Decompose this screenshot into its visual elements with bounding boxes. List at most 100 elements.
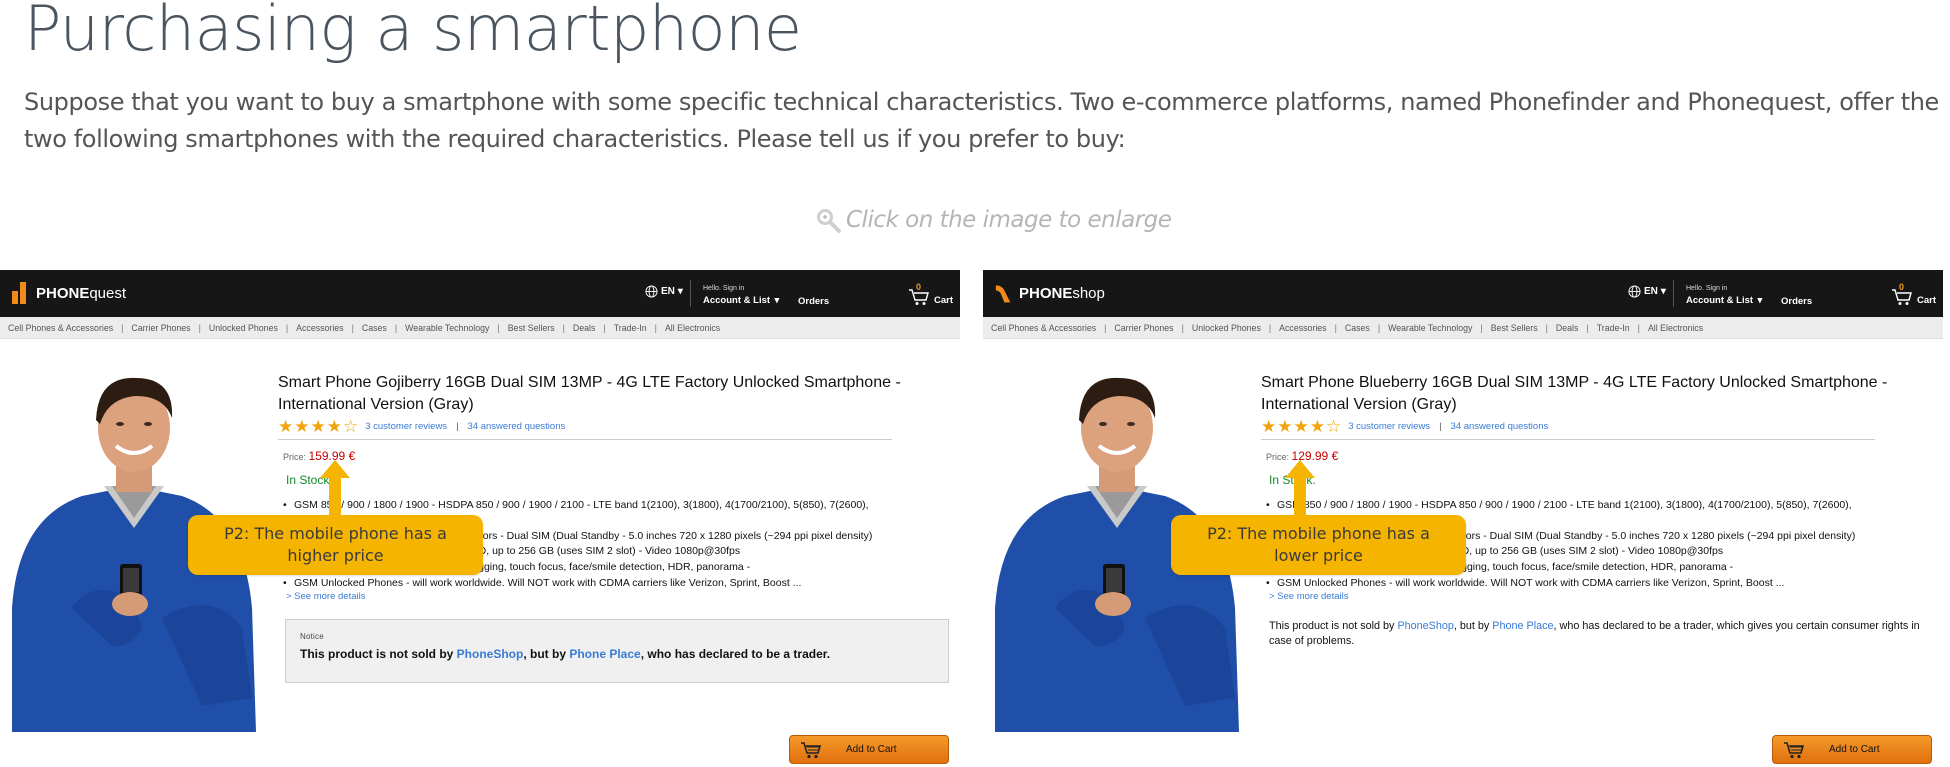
add-to-cart-button[interactable]: Add to Cart — [789, 735, 949, 764]
category-link[interactable]: Cases — [1345, 323, 1370, 333]
seller-link[interactable]: PhoneShop — [1397, 620, 1453, 632]
add-to-cart-label: Add to Cart — [1829, 744, 1880, 755]
site-header: PHONEshop EN ▾ Hello. Sign in Account & … — [983, 270, 1943, 317]
see-more-link[interactable]: > See more details — [1269, 591, 1348, 602]
feature-item: GSM 850 / 900 / 1800 / 1900 - HSDPA 850 … — [283, 498, 869, 514]
category-link[interactable]: Best Sellers — [508, 323, 555, 333]
greeting: Hello. Sign in — [1686, 285, 1728, 292]
greeting: Hello. Sign in — [703, 285, 745, 292]
category-link[interactable]: Trade-In — [614, 323, 647, 333]
add-to-cart-button[interactable]: Add to Cart — [1772, 735, 1932, 764]
cart-count: 0 — [1899, 282, 1905, 292]
account-menu[interactable]: Hello. Sign in Account & List ▾ — [1686, 284, 1762, 306]
site-logo[interactable]: PHONEshop — [995, 282, 1105, 304]
globe-icon — [1628, 285, 1641, 298]
category-link[interactable]: Trade-In — [1597, 323, 1630, 333]
star-rating: ★★★★☆ — [278, 417, 360, 436]
language-selector[interactable]: EN ▾ — [645, 285, 683, 298]
cart-button[interactable]: 0 Cart — [1891, 282, 1937, 306]
trader-link[interactable]: Phone Place — [1492, 620, 1553, 632]
category-link[interactable]: Unlocked Phones — [209, 323, 278, 333]
enlarge-hint-label: Click on the image to enlarge — [846, 207, 1172, 233]
feature-item: GSM Unlocked Phones - will work worldwid… — [283, 576, 801, 592]
orders-link[interactable]: Orders — [1781, 296, 1812, 307]
account-label: Account & List — [703, 295, 771, 306]
category-link[interactable]: Carrier Phones — [1114, 323, 1173, 333]
cart-label: Cart — [934, 295, 954, 306]
language-label: EN — [1644, 286, 1658, 297]
language-label: EN — [661, 286, 675, 297]
category-link[interactable]: Wearable Technology — [1388, 323, 1472, 333]
notice-heading: Notice — [300, 632, 324, 641]
category-link[interactable]: Cases — [362, 323, 387, 333]
star-rating: ★★★★☆ — [1261, 417, 1343, 436]
trader-link[interactable]: Phone Place — [569, 647, 640, 661]
chevron-down-icon: ▾ — [1757, 295, 1763, 306]
chevron-down-icon: ▾ — [774, 295, 780, 306]
feature-item: GSM Unlocked Phones - will work worldwid… — [1266, 576, 1784, 592]
chevron-down-icon: ▾ — [1660, 286, 1666, 297]
cart-label: Cart — [1917, 295, 1937, 306]
questions-link[interactable]: 34 answered questions — [1451, 421, 1549, 432]
category-nav: Cell Phones & Accessories | Carrier Phone… — [0, 317, 960, 339]
notice-text: This product is not sold by PhoneShop, b… — [300, 647, 831, 661]
divider — [1673, 280, 1674, 307]
site-header: PHONEquest EN ▾ Hello. Sign in Account &… — [0, 270, 960, 317]
category-link[interactable]: Wearable Technology — [405, 323, 489, 333]
product-title: Smart Phone Blueberry 16GB Dual SIM 13MP… — [1261, 374, 1888, 413]
phoneshop-screenshot[interactable]: PHONEshop EN ▾ Hello. Sign in Account & … — [983, 270, 1943, 767]
chevron-down-icon: ▾ — [677, 286, 683, 297]
arrow-up-icon — [1285, 460, 1315, 518]
seller-notice: This product is not sold by PhoneShop, b… — [1269, 620, 1920, 647]
account-label: Account & List — [1686, 295, 1754, 306]
category-link[interactable]: Cell Phones & Accessories — [991, 323, 1096, 333]
feature-item: 16M colors - Dual SIM (Dual Standby - 5.… — [435, 529, 872, 545]
product-title: Smart Phone Gojiberry 16GB Dual SIM 13MP… — [278, 374, 901, 413]
cart-count: 0 — [916, 282, 922, 292]
category-link[interactable]: All Electronics — [1648, 323, 1703, 333]
language-selector[interactable]: EN ▾ — [1628, 285, 1666, 298]
category-link[interactable]: Best Sellers — [1491, 323, 1538, 333]
category-link[interactable]: Deals — [1556, 323, 1579, 333]
category-link[interactable]: Accessories — [296, 323, 343, 333]
category-link[interactable]: Cell Phones & Accessories — [8, 323, 113, 333]
divider — [1261, 439, 1875, 440]
feature-item: GSM 850 / 900 / 1800 / 1900 - HSDPA 850 … — [1266, 498, 1852, 514]
add-to-cart-label: Add to Cart — [846, 744, 897, 755]
category-link[interactable]: Accessories — [1279, 323, 1326, 333]
brand-name: PHONEshop — [1019, 284, 1105, 302]
seller-link[interactable]: PhoneShop — [457, 647, 524, 661]
orders-link[interactable]: Orders — [798, 296, 829, 307]
page-title: Purchasing a smartphone — [24, 0, 802, 65]
phonequest-screenshot[interactable]: PHONEquest EN ▾ Hello. Sign in Account &… — [0, 270, 960, 767]
intro-text: Suppose that you want to buy a smartphon… — [24, 88, 1939, 153]
phoneshop-logo-icon — [995, 285, 1011, 303]
enlarge-hint[interactable]: Click on the image to enlarge — [815, 207, 1172, 233]
category-link[interactable]: Unlocked Phones — [1192, 323, 1261, 333]
category-link[interactable]: Deals — [573, 323, 596, 333]
account-menu[interactable]: Hello. Sign in Account & List ▾ — [703, 284, 779, 306]
category-link[interactable]: Carrier Phones — [131, 323, 190, 333]
phonequest-logo-icon — [12, 282, 26, 304]
category-link[interactable]: All Electronics — [665, 323, 720, 333]
reviews-link[interactable]: 3 customer reviews — [1348, 421, 1430, 432]
site-logo[interactable]: PHONEquest — [12, 282, 126, 304]
seller-notice: Notice This product is not sold by Phone… — [285, 619, 949, 683]
globe-icon — [645, 285, 658, 298]
feature-item: 16M colors - Dual SIM (Dual Standby - 5.… — [1418, 529, 1855, 545]
see-more-link[interactable]: > See more details — [286, 591, 365, 602]
reviews-link[interactable]: 3 customer reviews — [365, 421, 447, 432]
arrow-up-icon — [320, 460, 350, 518]
cart-icon — [1784, 741, 1805, 758]
feature-item: Geo-tagging, touch focus, face/smile det… — [1418, 560, 1733, 576]
questions-link[interactable]: 34 answered questions — [468, 421, 566, 432]
feature-item: Geo-tagging, touch focus, face/smile det… — [435, 560, 750, 576]
cart-icon — [801, 741, 822, 758]
divider — [690, 280, 691, 307]
rating-row: ★★★★☆ 3 customer reviews | 34 answered q… — [278, 417, 566, 436]
rating-row: ★★★★☆ 3 customer reviews | 34 answered q… — [1261, 417, 1549, 436]
cart-button[interactable]: 0 Cart — [908, 282, 954, 306]
brand-name: PHONEquest — [36, 284, 127, 302]
divider — [278, 439, 892, 440]
category-nav: Cell Phones & Accessories | Carrier Phone… — [983, 317, 1943, 339]
